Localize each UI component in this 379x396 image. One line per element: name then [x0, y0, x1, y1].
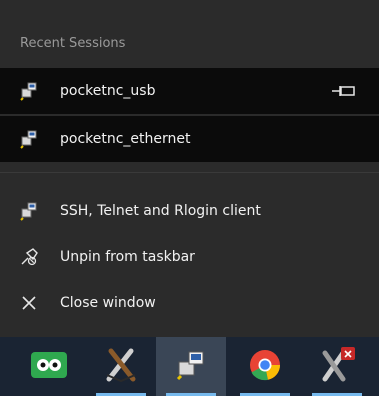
putty-session-icon	[18, 128, 40, 150]
putty-session-icon	[18, 80, 40, 102]
taskbar-app-xlaunch[interactable]	[302, 337, 372, 396]
task-unpin-from-taskbar[interactable]: Unpin from taskbar	[0, 234, 379, 280]
jump-list-menu: Recent Sessions pocketnc_usb pocketnc_et…	[0, 0, 379, 337]
x-logo-icon	[101, 345, 141, 389]
putty-app-icon	[174, 348, 208, 386]
owl-eyes-icon	[30, 351, 68, 383]
taskbar-app-putty[interactable]	[156, 337, 226, 396]
unpin-icon	[18, 246, 40, 268]
recent-session-pocketnc-usb[interactable]: pocketnc_usb	[0, 68, 379, 114]
taskbar-app-xming[interactable]	[86, 337, 156, 396]
task-close-window[interactable]: Close window	[0, 280, 379, 326]
task-label: Unpin from taskbar	[60, 249, 195, 265]
close-icon	[18, 292, 40, 314]
chrome-icon	[248, 348, 282, 386]
task-label: SSH, Telnet and Rlogin client	[60, 203, 261, 219]
taskbar	[0, 337, 379, 396]
recent-session-pocketnc-ethernet[interactable]: pocketnc_ethernet	[0, 116, 379, 162]
session-label: pocketnc_usb	[60, 83, 156, 99]
session-label: pocketnc_ethernet	[60, 131, 191, 147]
x-badge-icon	[317, 345, 357, 389]
recent-sessions-header: Recent Sessions	[20, 36, 126, 51]
task-label: Close window	[60, 295, 156, 311]
menu-divider	[0, 172, 379, 173]
taskbar-app-chrome[interactable]	[230, 337, 300, 396]
taskbar-app-tripadvisor[interactable]	[14, 337, 84, 396]
pin-icon[interactable]	[329, 81, 359, 101]
task-ssh-telnet-rlogin-client[interactable]: SSH, Telnet and Rlogin client	[0, 188, 379, 234]
putty-app-icon	[18, 200, 40, 222]
